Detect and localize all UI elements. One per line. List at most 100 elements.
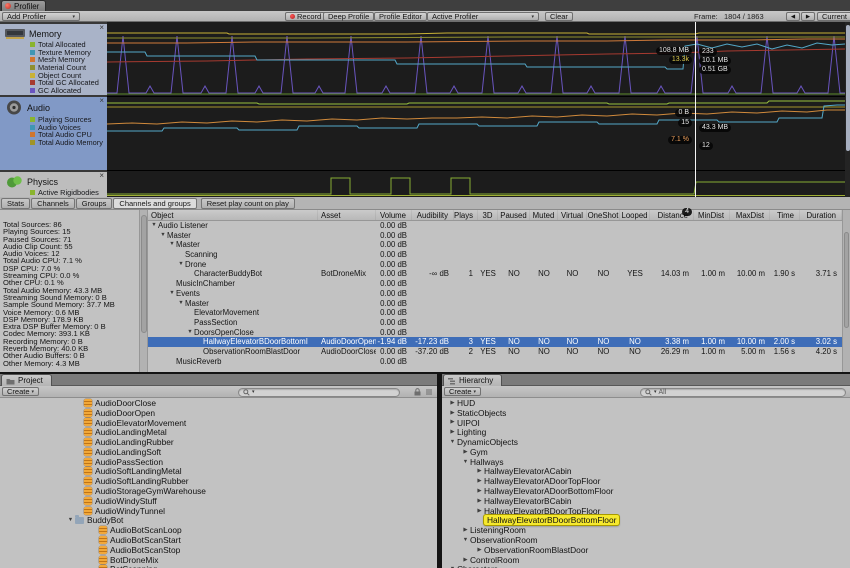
hierarchy-item[interactable]: ▶ObservationRoomBlastDoor	[442, 545, 850, 555]
project-item[interactable]: AudioSoftLandingRubber	[0, 476, 437, 486]
column-header-duration[interactable]: Duration	[800, 210, 842, 220]
hierarchy-item[interactable]: ▶HallwayElevatorADoorBottomFloor	[442, 486, 850, 496]
tab-channels-and-groups[interactable]: Channels and groups	[113, 198, 196, 209]
column-header-oneshot[interactable]: OneShot	[587, 210, 620, 220]
record-button[interactable]: Record	[285, 12, 326, 21]
column-header-volume[interactable]: Volume	[376, 210, 412, 220]
project-item[interactable]: BotDroneMix	[0, 555, 437, 565]
active-profiler-dropdown[interactable]: Active Profiler▾	[427, 12, 539, 21]
row-disclosure-arrow[interactable]: ▼	[177, 260, 185, 270]
lock-icon[interactable]	[414, 388, 421, 396]
table-row[interactable]: MusicReverb0.00 dB	[148, 357, 842, 367]
frame-playhead-line[interactable]	[695, 22, 696, 197]
project-item[interactable]: AudioWindyStuff	[0, 496, 437, 506]
table-row[interactable]: HallwayElevatorBDoorBottomIAudioDoorOpen…	[148, 337, 842, 347]
project-item[interactable]: AudioWindyTunnel	[0, 506, 437, 516]
table-scrollbar-thumb[interactable]	[844, 232, 849, 328]
hierarchy-item[interactable]: ▶Gym	[442, 447, 850, 457]
audio-module-card[interactable]: × Audio Playing SourcesAudio VoicesTotal…	[0, 97, 107, 170]
project-item[interactable]: ▼BuddyBot	[0, 516, 437, 526]
disclosure-arrow-icon[interactable]: ▶	[448, 410, 457, 416]
table-row[interactable]: ▼Master0.00 dB	[148, 240, 842, 250]
audio-chart[interactable]	[107, 96, 845, 170]
close-icon[interactable]: ×	[99, 172, 104, 180]
project-tab[interactable]: Project	[1, 374, 52, 386]
disclosure-arrow-icon[interactable]: ▶	[461, 527, 470, 533]
hierarchy-item[interactable]: ▶HallwayElevatorBCabin	[442, 496, 850, 506]
project-item[interactable]: AudioLandingRubber	[0, 437, 437, 447]
hierarchy-tab[interactable]: Hierarchy	[443, 374, 502, 386]
current-frame-button[interactable]: Current	[817, 12, 850, 21]
hierarchy-search-input[interactable]: ▾ All	[640, 388, 846, 397]
project-item[interactable]: AudioDoorClose	[0, 398, 437, 408]
tab-groups[interactable]: Groups	[76, 198, 113, 209]
row-disclosure-arrow[interactable]: ▼	[186, 328, 194, 338]
previous-frame-button[interactable]: ◀	[786, 12, 800, 21]
disclosure-arrow-icon[interactable]: ▶	[475, 547, 484, 553]
memory-module-card[interactable]: × Memory Total AllocatedTexture MemoryMe…	[0, 24, 107, 95]
disclosure-arrow-icon[interactable]: ▶	[475, 488, 484, 494]
hierarchy-item[interactable]: ▼DynamicObjects	[442, 437, 850, 447]
table-row[interactable]: ▼Audio Listener0.00 dB	[148, 221, 842, 231]
row-disclosure-arrow[interactable]: ▼	[150, 221, 158, 231]
row-disclosure-arrow[interactable]: ▼	[159, 231, 167, 241]
project-search-input[interactable]: ▾	[238, 388, 400, 397]
table-row[interactable]: ElevatorMovement0.00 dB	[148, 308, 842, 318]
charts-scrollbar-thumb[interactable]	[846, 25, 850, 151]
column-header-virtual[interactable]: Virtual	[558, 210, 587, 220]
add-profiler-dropdown[interactable]: Add Profiler▾	[2, 12, 80, 21]
column-header-maxdist[interactable]: MaxDist	[730, 210, 770, 220]
tab-channels[interactable]: Channels	[31, 198, 75, 209]
table-row[interactable]: ▼Master0.00 dB	[148, 231, 842, 241]
hierarchy-create-button[interactable]: Create▾	[444, 387, 481, 396]
hierarchy-item[interactable]: ▶HallwayElevatorADoorTopFloor	[442, 476, 850, 486]
stats-scrollbar-thumb[interactable]	[141, 215, 147, 333]
table-row[interactable]: ▼Master0.00 dB	[148, 299, 842, 309]
disclosure-arrow-icon[interactable]: ▶	[475, 498, 484, 504]
disclosure-arrow-icon[interactable]: ▶	[461, 557, 470, 563]
project-item[interactable]: AudioLandingMetal	[0, 427, 437, 437]
project-item[interactable]: AudioStorageGymWarehouse	[0, 486, 437, 496]
table-row[interactable]: ▼Drone0.00 dB	[148, 260, 842, 270]
legend-item[interactable]: Active Rigidbodies	[0, 189, 107, 197]
disclosure-arrow-icon[interactable]: ▶	[448, 419, 457, 425]
table-row[interactable]: ▼Events0.00 dB	[148, 289, 842, 299]
hierarchy-item[interactable]: ▶ControlRoom	[442, 555, 850, 565]
physics-chart[interactable]	[107, 170, 845, 197]
legend-item[interactable]: GC Allocated	[0, 87, 107, 95]
column-header-mindist[interactable]: MinDist	[694, 210, 730, 220]
column-header-muted[interactable]: Muted	[530, 210, 558, 220]
memory-chart[interactable]	[107, 22, 845, 96]
project-item[interactable]: AudioElevatorMovement	[0, 418, 437, 428]
project-item[interactable]: AudioBotScanStop	[0, 545, 437, 555]
hierarchy-item[interactable]: ▼Hallways	[442, 457, 850, 467]
project-item[interactable]: AudioBotScanLoop	[0, 525, 437, 535]
tab-stats[interactable]: Stats	[1, 198, 30, 209]
hierarchy-item[interactable]: ▶HUD	[442, 398, 850, 408]
table-row[interactable]: ObservationRoomBlastDoorAudioDoorClose0.…	[148, 347, 842, 357]
disclosure-arrow-icon[interactable]: ▼	[448, 439, 457, 445]
hierarchy-item[interactable]: ▼Characters	[442, 565, 850, 568]
column-header-object[interactable]: Object	[148, 210, 318, 220]
table-row[interactable]: Scanning0.00 dB	[148, 250, 842, 260]
table-row[interactable]: MusicInChamber0.00 dB	[148, 279, 842, 289]
column-header-looped[interactable]: Looped	[620, 210, 650, 220]
legend-item[interactable]: Total Audio Memory	[0, 139, 107, 147]
next-frame-button[interactable]: ▶	[801, 12, 815, 21]
profile-editor-button[interactable]: Profile Editor	[374, 12, 427, 21]
table-row[interactable]: ▼DoorsOpenClose0.00 dB	[148, 328, 842, 338]
hierarchy-item[interactable]: ▶UIPOI	[442, 418, 850, 428]
project-item[interactable]: BotScanning	[0, 565, 437, 568]
project-item[interactable]: AudioDoorOpen	[0, 408, 437, 418]
disclosure-arrow-icon[interactable]: ▼	[66, 517, 75, 523]
physics-module-card[interactable]: × Physics Active Rigidbodies	[0, 172, 107, 197]
project-create-button[interactable]: Create▾	[2, 387, 39, 396]
table-row[interactable]: PassSection0.00 dB	[148, 318, 842, 328]
hierarchy-item[interactable]: ▶HallwayElevatorBDoorTopFloor	[442, 506, 850, 516]
close-icon[interactable]: ×	[99, 24, 104, 32]
deep-profile-button[interactable]: Deep Profile	[323, 12, 374, 21]
disclosure-arrow-icon[interactable]: ▶	[475, 468, 484, 474]
disclosure-arrow-icon[interactable]: ▶	[475, 508, 484, 514]
disclosure-arrow-icon[interactable]: ▼	[461, 459, 470, 465]
disclosure-arrow-icon[interactable]: ▶	[475, 478, 484, 484]
